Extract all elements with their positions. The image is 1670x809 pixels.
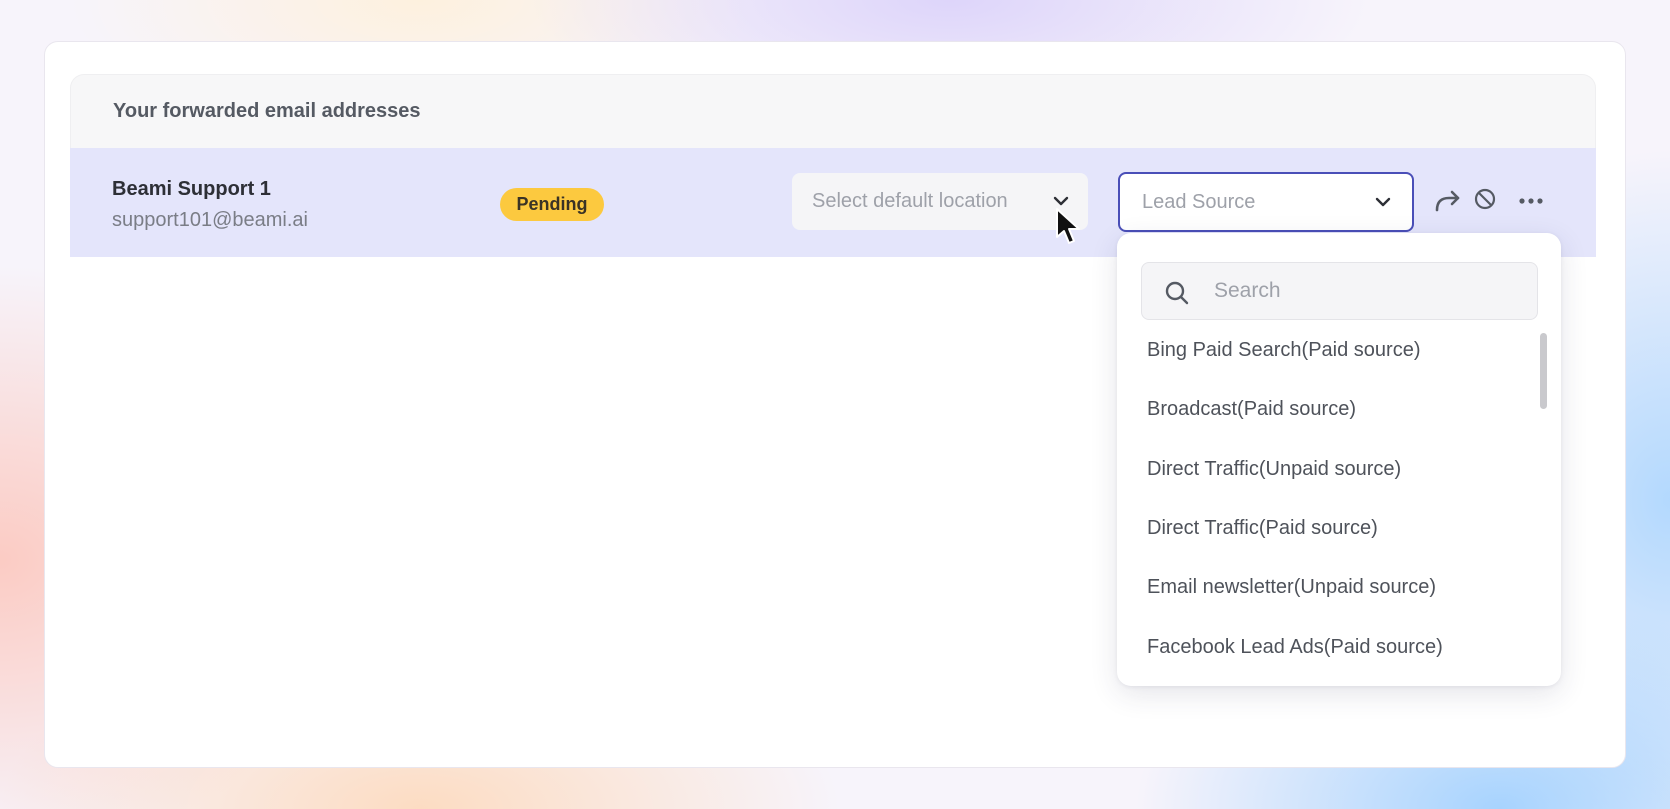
option-item[interactable]: Bing Paid Search(Paid source) bbox=[1117, 321, 1547, 380]
more-options-button[interactable] bbox=[1516, 188, 1546, 214]
forward-button[interactable] bbox=[1433, 188, 1463, 214]
section-title: Your forwarded email addresses bbox=[113, 100, 421, 122]
lead-source-select[interactable]: Lead Source bbox=[1118, 172, 1414, 232]
dropdown-search bbox=[1141, 262, 1538, 320]
lead-source-dropdown: Bing Paid Search(Paid source) Broadcast(… bbox=[1117, 233, 1561, 686]
chevron-down-icon bbox=[1375, 197, 1391, 207]
option-item[interactable]: Direct Traffic(Paid source) bbox=[1117, 499, 1547, 558]
forward-icon bbox=[1435, 190, 1460, 212]
forwarded-emails-table: Your forwarded email addresses Beami Sup… bbox=[70, 74, 1596, 257]
default-location-placeholder: Select default location bbox=[812, 190, 1008, 212]
default-location-select[interactable]: Select default location bbox=[792, 173, 1088, 230]
forward-email: support101@beami.ai bbox=[112, 209, 308, 231]
search-icon bbox=[1165, 281, 1189, 305]
option-item[interactable]: Direct Traffic(Unpaid source) bbox=[1117, 440, 1547, 499]
block-icon bbox=[1474, 188, 1496, 210]
search-input[interactable] bbox=[1214, 263, 1524, 319]
lead-source-placeholder: Lead Source bbox=[1142, 190, 1256, 213]
forward-name: Beami Support 1 bbox=[112, 178, 271, 200]
table-header: Your forwarded email addresses bbox=[70, 74, 1596, 148]
option-item[interactable]: Broadcast(Paid source) bbox=[1117, 380, 1547, 439]
status-badge: Pending bbox=[500, 188, 604, 221]
block-button[interactable] bbox=[1472, 186, 1498, 212]
option-list: Bing Paid Search(Paid source) Broadcast(… bbox=[1117, 321, 1547, 677]
mouse-cursor-icon bbox=[1056, 208, 1080, 244]
dropdown-scrollbar[interactable] bbox=[1540, 333, 1547, 409]
option-item[interactable]: Facebook Lead Ads(Paid source) bbox=[1117, 617, 1547, 676]
option-item[interactable]: Email newsletter(Unpaid source) bbox=[1117, 558, 1547, 617]
more-icon bbox=[1519, 198, 1543, 204]
